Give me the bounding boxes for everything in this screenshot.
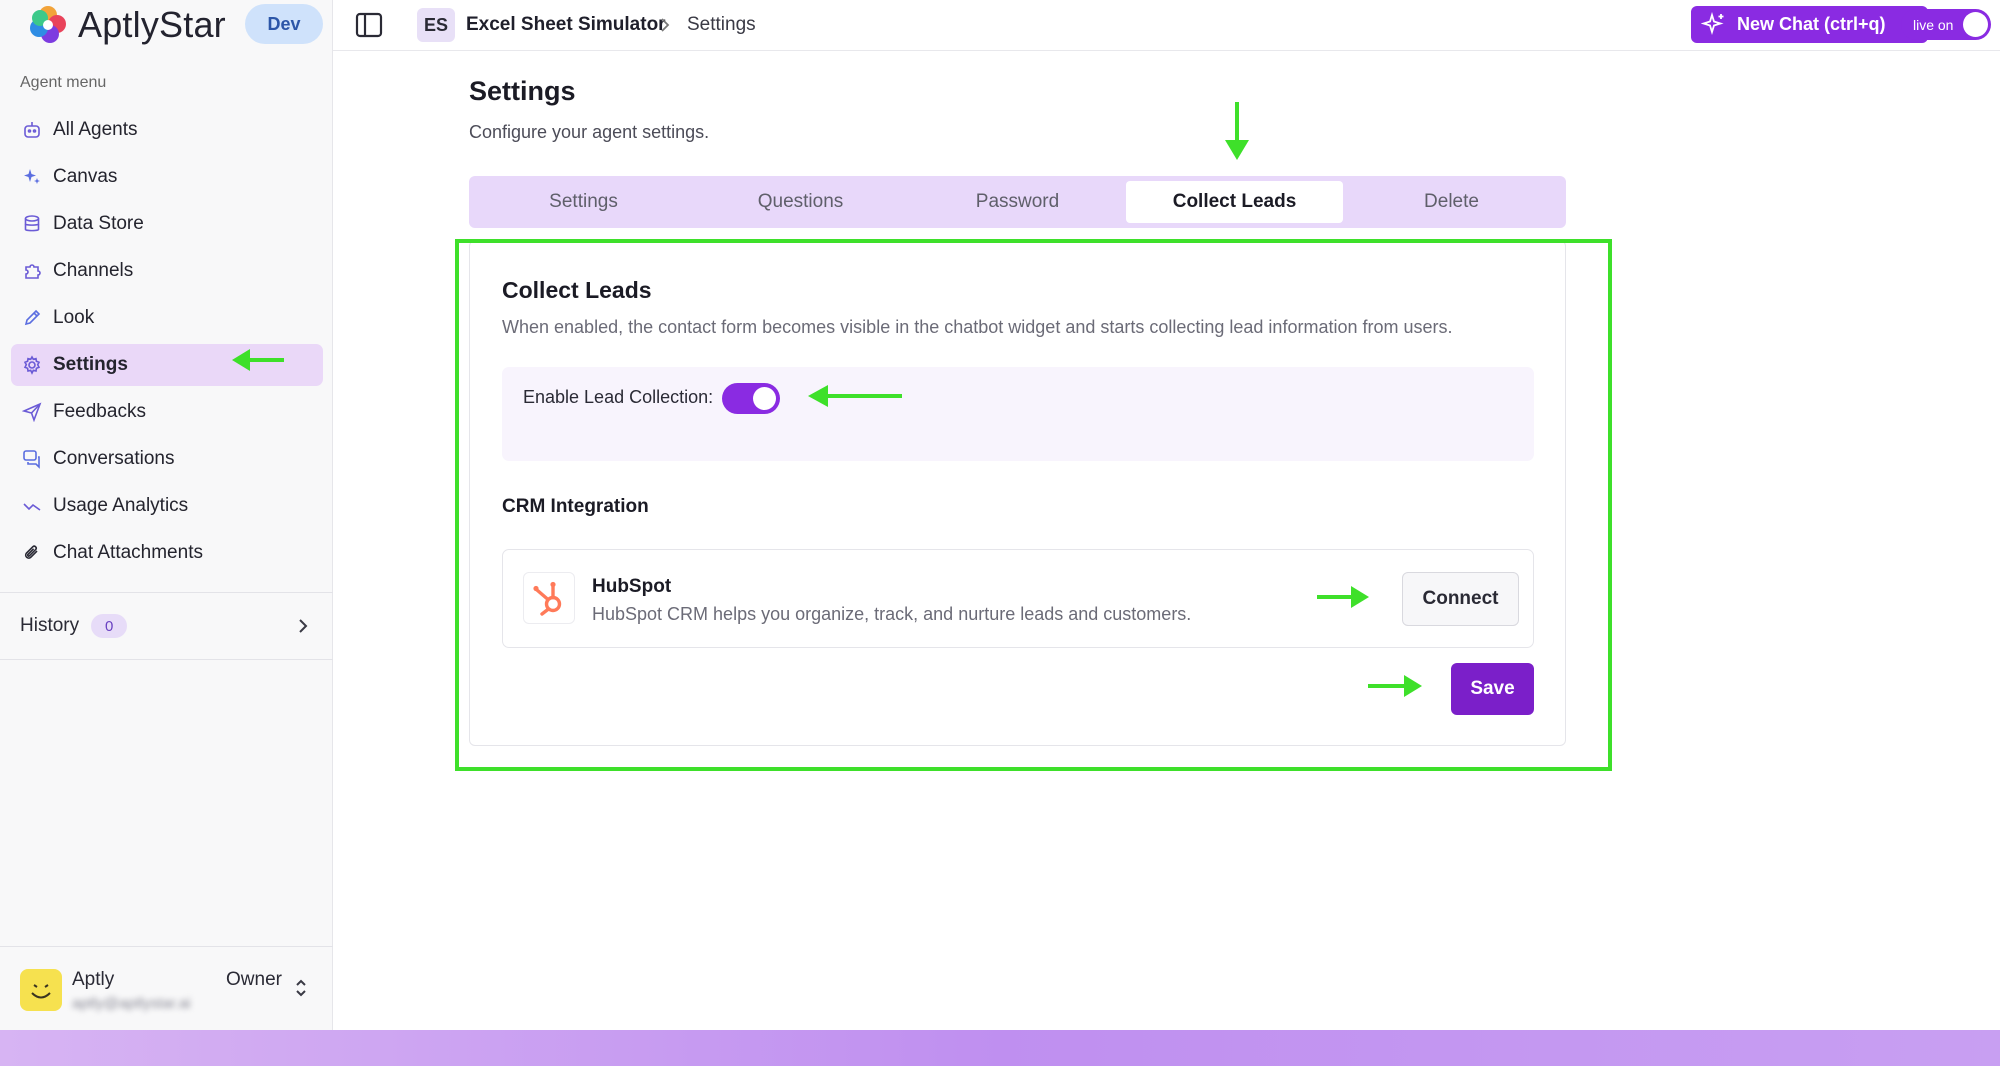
bottom-gradient-bar [0,1030,2000,1066]
section-title: Collect Leads [502,277,652,303]
tab-password[interactable]: Password [909,181,1126,223]
hubspot-integration-card: HubSpot HubSpot CRM helps you organize, … [502,549,1534,648]
connect-hubspot-button[interactable]: Connect [1402,572,1519,626]
sidebar-item-label: Channels [53,260,134,281]
history-count-badge: 0 [91,614,128,638]
sparkles-icon [21,166,43,188]
new-chat-label: New Chat (ctrl+q) [1737,14,1886,34]
save-button[interactable]: Save [1451,663,1534,715]
sidebar-item-label: Settings [53,354,128,375]
hubspot-name: HubSpot [592,576,672,597]
puzzle-icon [21,260,43,282]
breadcrumb-current-page: Settings [687,14,756,35]
sidebar-item-data-store[interactable]: Data Store [11,203,323,245]
sidebar-item-label: Feedbacks [53,401,146,422]
sidebar-item-conversations[interactable]: Conversations [11,438,323,480]
topbar: ES Excel Sheet Simulator Settings New Ch… [333,0,2000,51]
chevron-right-icon[interactable] [295,617,311,635]
paperclip-icon [21,542,43,564]
enable-lead-collection-text: Enable Lead Collection [523,387,709,407]
section-description: When enabled, the contact form becomes v… [502,317,1453,337]
tab-settings[interactable]: Settings [475,181,692,223]
sidebar-item-settings[interactable]: Settings [11,344,323,386]
user-role: Owner [226,969,282,990]
sidebar-item-look[interactable]: Look [11,297,323,339]
sidebar-item-channels[interactable]: Channels [11,250,323,292]
trend-icon [21,495,43,517]
label-colon: : [708,387,714,407]
settings-tabs: Settings Questions Password Collect Lead… [469,176,1566,228]
user-menu[interactable]: Aptly aptly@aptlystar.ai Owner [0,946,333,1030]
sidebar-toggle-icon[interactable] [355,12,383,38]
sidebar-item-label: Usage Analytics [53,495,189,516]
brand-name: AptlyStar [78,4,226,45]
database-icon [21,213,43,235]
agent-menu-label: Agent menu [20,74,107,91]
sidebar: AptlyStar Dev Agent menu All Agents Canv… [0,0,333,1030]
breadcrumb-project[interactable]: Excel Sheet Simulator [466,14,666,36]
page-title: Settings [469,76,576,106]
sidebar-item-canvas[interactable]: Canvas [11,156,323,198]
chevron-right-icon [661,18,670,32]
tab-collect-leads[interactable]: Collect Leads [1126,181,1343,223]
user-email: aptly@aptlystar.ai [72,995,191,1012]
live-toggle-label: live on [1913,16,1954,33]
sidebar-item-label: Look [53,307,95,328]
hubspot-description: HubSpot CRM helps you organize, track, a… [592,604,1192,624]
chat-icon [21,448,43,470]
history-row[interactable]: History 0 [0,592,333,660]
collect-leads-card: Collect Leads When enabled, the contact … [469,240,1566,746]
toggle-knob [1963,12,1988,37]
enable-lead-collection-label: Enable Lead Collection: [523,387,713,408]
hubspot-logo [523,572,575,624]
agent-menu: All Agents Canvas Data Store Channels Lo… [11,109,323,579]
sidebar-item-usage-analytics[interactable]: Usage Analytics [11,485,323,527]
gear-icon [21,354,43,376]
live-toggle[interactable]: live on [1901,9,1991,40]
sidebar-item-label: Data Store [53,213,144,234]
lead-collection-panel: Enable Lead Collection: [502,367,1534,461]
sidebar-item-label: All Agents [53,119,138,140]
hubspot-icon [533,581,562,616]
avatar [20,969,62,1011]
sparkles-icon [1701,11,1724,35]
sidebar-item-chat-attachments[interactable]: Chat Attachments [11,532,323,574]
robot-icon [21,119,43,141]
brand[interactable]: AptlyStar [26,0,226,50]
smiley-icon [31,984,51,999]
send-icon [21,401,43,423]
annotation-arrow-down-icon [1225,102,1249,160]
eyedropper-icon [21,307,43,329]
chevron-updown-icon[interactable] [293,977,309,999]
env-badge[interactable]: Dev [245,4,323,44]
sidebar-item-label: Canvas [53,166,118,187]
history-label: History [20,615,80,636]
page-subtitle: Configure your agent settings. [469,122,710,142]
brand-logo-icon [30,6,66,43]
enable-lead-collection-toggle[interactable] [722,383,780,414]
user-name: Aptly [72,969,115,990]
sidebar-item-feedbacks[interactable]: Feedbacks [11,391,323,433]
tab-questions[interactable]: Questions [692,181,909,223]
sidebar-item-label: Chat Attachments [53,542,203,563]
sidebar-item-all-agents[interactable]: All Agents [11,109,323,151]
project-initials-badge: ES [417,8,455,42]
new-chat-button[interactable]: New Chat (ctrl+q) [1691,6,1928,43]
crm-integration-title: CRM Integration [502,496,649,517]
tab-delete[interactable]: Delete [1343,181,1560,223]
sidebar-item-label: Conversations [53,448,175,469]
toggle-knob [753,387,776,410]
